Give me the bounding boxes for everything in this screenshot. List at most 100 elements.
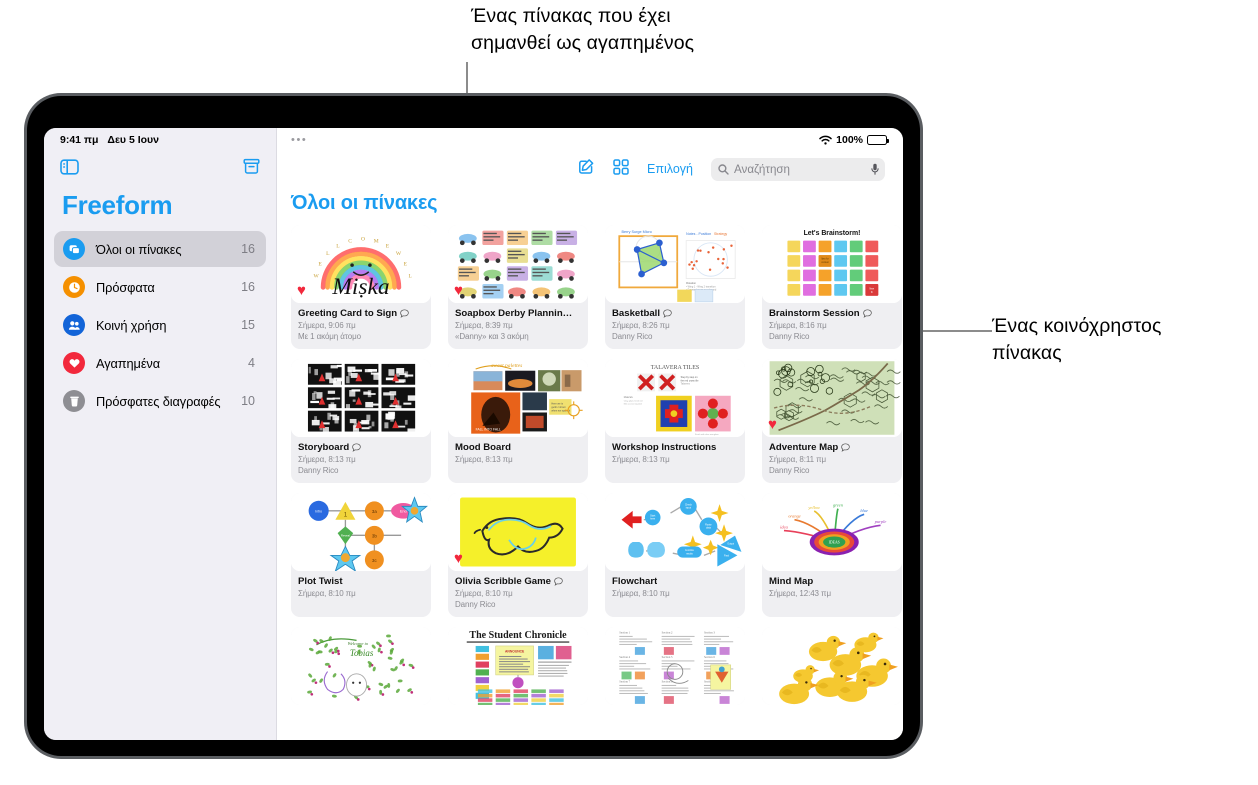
board-card[interactable]: ♥ Olivia Scribble Game Σήμερα, 8:10 πμ Dann… bbox=[448, 493, 588, 617]
board-title-text: Storyboard bbox=[298, 442, 350, 453]
svg-text:L: L bbox=[326, 251, 330, 257]
svg-text:contest: contest bbox=[821, 261, 829, 264]
board-thumbnail-soapbox bbox=[448, 225, 588, 303]
boards-icon bbox=[63, 238, 85, 260]
board-card[interactable]: TALAVERA TILES Step by step on the red cr… bbox=[605, 359, 745, 483]
collaboration-bubble-icon bbox=[554, 577, 563, 586]
board-thumbnail-moodboard: sweet palettes FALL INTO FALL Here we is… bbox=[448, 359, 588, 437]
microphone-icon bbox=[871, 163, 879, 175]
multitasking-dots-icon[interactable]: ••• bbox=[291, 134, 307, 146]
clock-icon bbox=[63, 276, 85, 298]
board-thumbnail: ♥ bbox=[762, 359, 902, 437]
board-card[interactable]: ♥ Soapbox Derby Plannin… Σήμερα, 8:39 πμ «D… bbox=[448, 225, 588, 349]
board-title-text: Basketball bbox=[612, 308, 660, 319]
board-thumbnail: sweet palettes FALL INTO FALL Here we is… bbox=[448, 359, 588, 437]
board-thumbnail-mindmap: idea orange yellow green blue purple IDEAS bbox=[762, 493, 902, 571]
board-meta: Adventure Map Σήμερα, 8:11 πμ Danny Rico bbox=[762, 437, 902, 483]
svg-text:Output: Output bbox=[727, 542, 734, 545]
board-title: Greeting Card to Sign bbox=[298, 308, 424, 319]
svg-text:idea: idea bbox=[780, 524, 788, 529]
board-card[interactable]: ♥ Adventure Map Σήμερα, 8:11 πμ Danny Rico bbox=[762, 359, 902, 483]
sidebar-item-count: 4 bbox=[248, 356, 255, 370]
board-date: Σήμερα, 8:13 πμ bbox=[298, 455, 356, 464]
collaboration-bubble-icon bbox=[400, 309, 409, 318]
sidebar-item-count: 16 bbox=[241, 280, 255, 294]
board-title: Storyboard bbox=[298, 442, 424, 453]
board-card[interactable]: The Student Chronicle ANNOUNCE bbox=[448, 627, 588, 705]
svg-text:Reveal: Reveal bbox=[341, 533, 350, 537]
svg-text:L: L bbox=[408, 273, 412, 279]
sidebar-item-5[interactable]: Πρόσφατες διαγραφές 10 bbox=[54, 383, 266, 419]
board-card[interactable]: Berry Surge Micro Notes - Position Strate… bbox=[605, 225, 745, 349]
board-card[interactable]: Let's Brainstorm! Idea for contest New fit B… bbox=[762, 225, 902, 349]
svg-text:Finish with clear overglaze: Finish with clear overglaze bbox=[695, 433, 719, 436]
sidebar-item-count: 16 bbox=[241, 242, 255, 256]
svg-text:ANNOUNCE: ANNOUNCE bbox=[505, 650, 525, 654]
svg-text:here: here bbox=[650, 518, 656, 521]
favorite-heart-icon: ♥ bbox=[768, 416, 777, 433]
board-meta: Greeting Card to Sign Σήμερα, 9:06 πμ Με 1… bbox=[291, 303, 431, 349]
svg-text:Combine: Combine bbox=[685, 550, 695, 552]
callout-favorite-board: Ένας πίνακας που έχει σημανθεί ως αγαπημ… bbox=[471, 5, 695, 54]
board-card[interactable]: idea orange yellow green blue purple IDEAS Min… bbox=[762, 493, 902, 617]
board-card[interactable]: Section 1 Section 2 Section 3 Section 4 Sect… bbox=[605, 627, 745, 705]
svg-text:C: C bbox=[348, 238, 352, 244]
search-input-placeholder[interactable]: Αναζήτηση bbox=[734, 163, 866, 176]
board-title-text: Mood Board bbox=[455, 442, 511, 453]
select-button[interactable]: Επιλογή bbox=[647, 162, 693, 176]
board-shared-info: Danny Rico bbox=[612, 332, 653, 341]
board-thumbnail-plottwist: Intro 1 3a End Reveal 3b 3c bbox=[291, 493, 431, 571]
board-card[interactable]: Storyboard Σήμερα, 8:13 πμ Danny Rico bbox=[291, 359, 431, 483]
board-title-text: Greeting Card to Sign bbox=[298, 308, 398, 319]
board-thumbnail: Section 1 Section 2 Section 3 Section 4 Sect… bbox=[605, 627, 745, 705]
sidebar-item-3[interactable]: Κοινή χρήση 15 bbox=[54, 307, 266, 343]
svg-text:3b: 3b bbox=[372, 534, 377, 539]
svg-text:blue: blue bbox=[860, 508, 868, 513]
svg-text:data: data bbox=[706, 527, 711, 530]
board-thumbnail-chronicle: The Student Chronicle ANNOUNCE bbox=[448, 627, 588, 705]
board-thumbnail-storyboard bbox=[291, 359, 431, 437]
svg-text:green: green bbox=[833, 502, 844, 507]
ipad-device-frame: 9:41 πμ Δευ 5 Ιουν Freeform Όλοι οι πίνα… bbox=[27, 96, 920, 756]
svg-text:Final: Final bbox=[724, 556, 729, 558]
sidebar-item-4[interactable]: Αγαπημένα 4 bbox=[54, 345, 266, 381]
sidebar-item-label: Πρόσφατα bbox=[96, 279, 155, 295]
board-date: Σήμερα, 8:39 πμ bbox=[455, 321, 513, 330]
compose-new-board-icon[interactable] bbox=[578, 158, 595, 180]
search-field[interactable]: Αναζήτηση bbox=[711, 157, 885, 181]
grid-view-icon[interactable] bbox=[613, 158, 629, 180]
svg-text:O: O bbox=[361, 237, 365, 243]
board-card[interactable] bbox=[762, 627, 902, 705]
sidebar-item-count: 15 bbox=[241, 318, 255, 332]
board-thumbnail: Berry Surge Micro Notes - Position Strate… bbox=[605, 225, 745, 303]
board-thumbnail: Intro 1 3a End Reveal 3b 3c bbox=[291, 493, 431, 571]
board-card[interactable]: sweet palettes FALL INTO FALL Here we is… bbox=[448, 359, 588, 483]
svg-text:The Student Chronicle: The Student Chronicle bbox=[469, 630, 567, 641]
board-card[interactable]: Start here Check input Route data Output Co… bbox=[605, 493, 745, 617]
svg-text:Section 5: Section 5 bbox=[662, 655, 673, 659]
board-meta: Flowchart Σήμερα, 8:10 πμ bbox=[605, 571, 745, 606]
boards-grid: W E L L C O M E W E L Miṣka ♥ Greeting Card to Sign Σή… bbox=[277, 225, 903, 705]
board-thumbnail: Welcome to Tobias bbox=[291, 627, 431, 705]
sidebar-toggle-icon[interactable] bbox=[60, 158, 79, 180]
archive-box-icon[interactable] bbox=[243, 158, 260, 180]
home-indicator[interactable] bbox=[357, 747, 590, 752]
status-time: 9:41 πμ bbox=[60, 134, 99, 146]
board-title: Flowchart bbox=[612, 576, 738, 587]
board-title-text: Brainstorm Session bbox=[769, 308, 860, 319]
sidebar-item-1[interactable]: Όλοι οι πίνακες 16 bbox=[54, 231, 266, 267]
board-card[interactable]: Intro 1 3a End Reveal 3b 3c Plot Twist Σήμ… bbox=[291, 493, 431, 617]
callout-shared-board: Ένας κοινόχρηστος πίνακας bbox=[992, 315, 1162, 364]
svg-text:Kiln access required: Kiln access required bbox=[624, 404, 642, 406]
board-date: Σήμερα, 8:10 πμ bbox=[455, 589, 513, 598]
svg-text:Section 1: Section 1 bbox=[619, 631, 630, 635]
board-card[interactable]: W E L L C O M E W E L Miṣka ♥ Greeting Card to Sign Σή… bbox=[291, 225, 431, 349]
board-thumbnail-flowchart: Start here Check input Route data Output Co… bbox=[605, 493, 745, 571]
sidebar-item-2[interactable]: Πρόσφατα 16 bbox=[54, 269, 266, 305]
status-bar-left: 9:41 πμ Δευ 5 Ιουν bbox=[54, 128, 266, 152]
svg-text:Let's Brainstorm!: Let's Brainstorm! bbox=[804, 230, 861, 237]
svg-text:L: L bbox=[336, 243, 340, 249]
board-meta: Workshop Instructions Σήμερα, 8:13 πμ bbox=[605, 437, 745, 472]
board-card[interactable]: Welcome to Tobias bbox=[291, 627, 431, 705]
board-shared-info: Danny Rico bbox=[769, 466, 810, 475]
